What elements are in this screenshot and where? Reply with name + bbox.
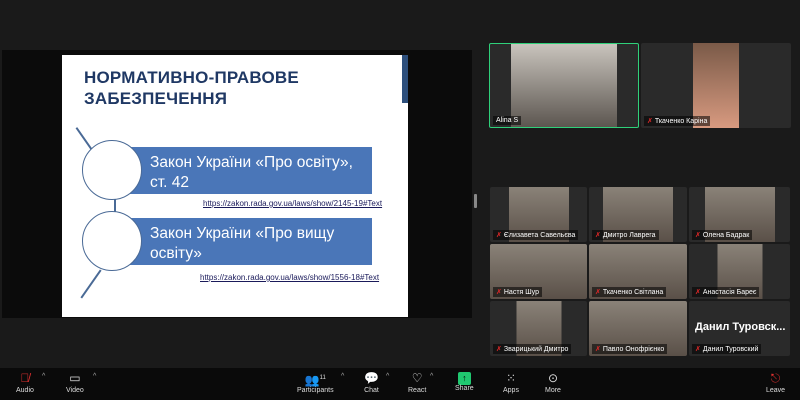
participant-big-name: Данил Туровск...	[695, 321, 786, 333]
participant-tile[interactable]: ✗ Ткаченко Світлана	[589, 244, 687, 299]
mic-muted-icon: ✗	[695, 232, 701, 239]
apps-button[interactable]: ⁙ Apps	[503, 370, 519, 394]
participant-tile[interactable]: ✗ Дмитро Лаврега	[589, 187, 687, 242]
law-link-2[interactable]: https://zakon.rada.gov.ua/laws/show/1556…	[200, 273, 379, 282]
participant-name: Ткаченко Каріна	[654, 118, 708, 125]
video-button[interactable]: ▭ Video	[66, 370, 84, 394]
participant-name: Зварицький Дмитро	[503, 346, 569, 353]
participant-name: Дмитро Лаврега	[602, 232, 656, 239]
connector-line	[80, 269, 102, 299]
mic-muted-icon: ✗	[695, 289, 701, 296]
chat-icon: 💬	[364, 371, 379, 385]
slide-accent-bar	[402, 55, 408, 103]
title-line-1: НОРМАТИВНО-ПРАВОВЕ	[84, 68, 299, 87]
mic-muted-icon: 🎙̸	[20, 371, 30, 385]
mic-muted-icon: ✗	[595, 346, 601, 353]
participant-tile[interactable]: ✗ Олена Бадрак	[689, 187, 790, 242]
audio-options-caret[interactable]: ^	[42, 373, 45, 380]
participant-name: Анастасія Бареє	[702, 289, 757, 296]
mic-muted-icon: ✗	[595, 289, 601, 296]
circle-marker	[82, 211, 142, 271]
camera-icon: ▭	[69, 371, 81, 385]
mic-muted-icon: ✗	[496, 346, 502, 353]
participant-name: Ткаченко Світлана	[602, 289, 664, 296]
more-icon: ⊙	[547, 371, 558, 385]
slide-title: НОРМАТИВНО-ПРАВОВЕ ЗАБЕЗПЕЧЕННЯ	[84, 67, 299, 109]
speaker-tile-active[interactable]: Alina S	[489, 43, 639, 128]
participant-tile[interactable]: ✗ Анастасія Бареє	[689, 244, 790, 299]
participant-tile[interactable]: ✗ Єлизавета Савельєва	[490, 187, 587, 242]
more-button[interactable]: ⊙ More	[545, 370, 561, 394]
participant-tile[interactable]: ✗ Зварицький Дмитро	[490, 301, 587, 356]
participant-tile[interactable]: ✗ Павло Онофрієнко	[589, 301, 687, 356]
share-button[interactable]: ↑ Share	[455, 370, 474, 392]
participants-button[interactable]: 👥11 Participants	[297, 370, 334, 394]
participant-name: Павло Онофрієнко	[602, 346, 665, 353]
mic-muted-icon: ✗	[496, 289, 502, 296]
mic-muted-icon: ✗	[695, 346, 701, 353]
chat-button[interactable]: 💬 Chat	[364, 370, 379, 394]
circle-marker	[82, 140, 142, 200]
react-button[interactable]: ♡ React	[408, 370, 426, 394]
leave-icon: ⎋	[770, 371, 781, 385]
participant-name: Єлизавета Савельєва	[503, 232, 576, 239]
participant-name: Олена Бадрак	[702, 232, 750, 239]
chat-caret[interactable]: ^	[386, 373, 389, 380]
participant-tile[interactable]: Данил Туровск... ✗ Данил Туровский	[689, 301, 790, 356]
law-item-2: Закон України «Про вищу освіту»	[110, 218, 372, 265]
mic-muted-icon: ✗	[595, 232, 601, 239]
react-caret[interactable]: ^	[430, 373, 433, 380]
leave-button[interactable]: ⎋ Leave	[766, 370, 785, 394]
law-link-1[interactable]: https://zakon.rada.gov.ua/laws/show/2145…	[203, 199, 382, 208]
presentation-slide: НОРМАТИВНО-ПРАВОВЕ ЗАБЕЗПЕЧЕННЯ Закон Укр…	[62, 55, 408, 317]
participants-icon: 👥11	[304, 373, 326, 387]
participant-name: Настя Шур	[503, 289, 539, 296]
video-options-caret[interactable]: ^	[93, 373, 96, 380]
mic-muted-icon: ✗	[647, 118, 653, 125]
participants-caret[interactable]: ^	[341, 373, 344, 380]
heart-icon: ♡	[411, 371, 423, 385]
speaker-tile[interactable]: ✗ Ткаченко Каріна	[641, 43, 791, 128]
mic-muted-icon: ✗	[496, 232, 502, 239]
apps-icon: ⁙	[505, 371, 517, 385]
participant-tile[interactable]: ✗ Настя Шур	[490, 244, 587, 299]
split-resize-handle[interactable]	[474, 194, 477, 208]
participant-name: Данил Туровский	[702, 346, 759, 353]
title-line-2: ЗАБЕЗПЕЧЕННЯ	[84, 89, 228, 108]
meeting-toolbar: 🎙̸ Audio ^ ▭ Video ^ 👥11 Participants ^ 💬 Ch…	[0, 368, 800, 400]
participant-name: Alina S	[493, 116, 522, 125]
share-arrow-icon: ↑	[457, 372, 471, 385]
law-item-1: Закон України «Про освіту», ст. 42	[110, 147, 372, 194]
audio-button[interactable]: 🎙̸ Audio	[16, 370, 34, 394]
